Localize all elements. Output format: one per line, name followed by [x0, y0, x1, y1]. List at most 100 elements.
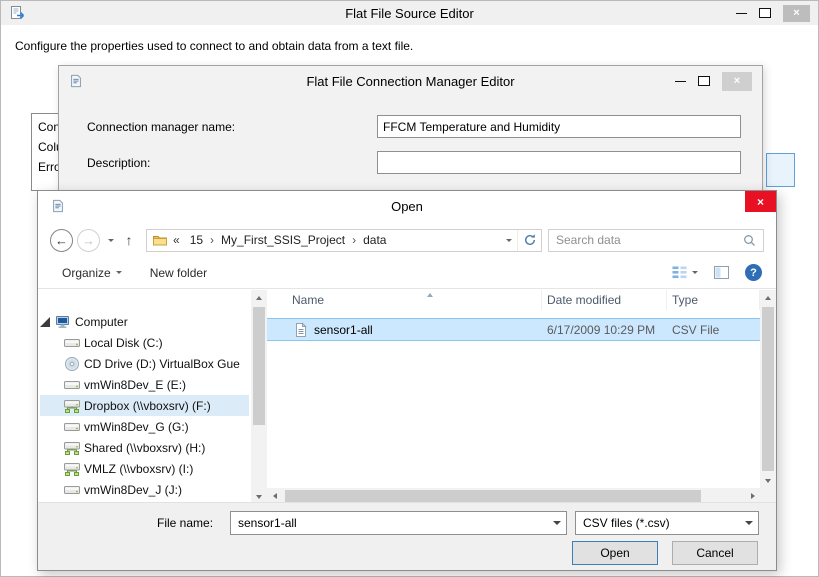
- close-icon[interactable]: ×: [783, 5, 810, 22]
- open-button[interactable]: Open: [572, 541, 658, 565]
- organize-button[interactable]: Organize: [62, 266, 122, 280]
- search-box[interactable]: [548, 229, 764, 252]
- folder-icon: [152, 232, 168, 248]
- disk-icon: [64, 419, 80, 435]
- description-input[interactable]: [377, 151, 741, 174]
- scrollbar-track[interactable]: [760, 305, 776, 473]
- cd-icon: [64, 356, 80, 372]
- folder-tree: Computer Local Disk (C:) CD Drive (D:) Vir…: [38, 290, 251, 504]
- open-dialog-title: Open: [38, 199, 776, 214]
- tree-scrollbar[interactable]: [251, 290, 267, 504]
- tree-item-cd-drive-d-virtualbox-gue[interactable]: CD Drive (D:) VirtualBox Gue: [40, 353, 249, 374]
- back-button[interactable]: ←: [50, 229, 73, 252]
- combo-dropdown-button[interactable]: [548, 512, 566, 534]
- minimize-icon[interactable]: [675, 81, 686, 82]
- list-vertical-scrollbar[interactable]: [760, 290, 776, 488]
- tree-item-vmlz-vboxsrv-i[interactable]: VMLZ (\\vboxsrv) (I:): [40, 458, 249, 479]
- tree-item-label: vmWin8Dev_J (J:): [84, 483, 182, 497]
- scroll-down-button[interactable]: [760, 473, 776, 488]
- scroll-up-button[interactable]: [251, 290, 267, 305]
- open-dialog: Open × ← → ↑ « 15›My_First_SSIS_Project›…: [37, 190, 777, 571]
- chevron-down-icon: [745, 521, 753, 525]
- address-dropdown-button[interactable]: [501, 239, 517, 242]
- chevron-down-icon: [553, 521, 561, 525]
- scroll-down-icon: [256, 495, 262, 499]
- address-bar[interactable]: « 15›My_First_SSIS_Project›data: [146, 229, 542, 252]
- minimize-icon[interactable]: [736, 13, 747, 14]
- up-icon: ↑: [126, 232, 133, 248]
- breadcrumb-segment-15[interactable]: 15: [185, 233, 208, 247]
- column-header-label: Type: [672, 293, 698, 307]
- main-titlebar: Flat File Source Editor ×: [1, 1, 818, 25]
- breadcrumb-segment-data[interactable]: data: [358, 233, 391, 247]
- chevron-down-icon: [692, 271, 698, 274]
- tree-item-label: Dropbox (\\vboxsrv) (F:): [84, 399, 211, 413]
- column-header-type[interactable]: Type: [667, 290, 760, 310]
- breadcrumb-segment-my-first-ssis-project[interactable]: My_First_SSIS_Project: [216, 233, 350, 247]
- breadcrumb-overflow[interactable]: «: [168, 233, 185, 247]
- up-button[interactable]: ↑: [118, 229, 140, 252]
- sort-ascending-icon: [427, 293, 433, 297]
- breadcrumb-separator: ›: [350, 233, 358, 247]
- tree-item-label: vmWin8Dev_G (G:): [84, 420, 189, 434]
- scrollbar-track[interactable]: [251, 305, 267, 489]
- recent-locations-button[interactable]: [104, 228, 118, 252]
- chevron-down-icon: [108, 239, 114, 242]
- flat-file-connection-manager-editor-window: Flat File Connection Manager Editor × Co…: [58, 65, 763, 205]
- scrollbar-thumb[interactable]: [285, 490, 701, 502]
- tree-item-shared-vboxsrv-h[interactable]: Shared (\\vboxsrv) (H:): [40, 437, 249, 458]
- change-view-button[interactable]: [672, 266, 698, 279]
- open-dialog-content: Computer Local Disk (C:) CD Drive (D:) Vir…: [38, 290, 776, 504]
- close-icon[interactable]: ×: [745, 191, 776, 212]
- file-list: NameDate modified Type sensor1-all6/17/20…: [267, 290, 776, 504]
- refresh-button[interactable]: [517, 230, 541, 251]
- tree-item-local-disk-c[interactable]: Local Disk (C:): [40, 332, 249, 353]
- scroll-left-icon: [273, 493, 277, 499]
- column-header-date-modified[interactable]: Date modified: [542, 290, 667, 310]
- tree-item-label: Shared (\\vboxsrv) (H:): [84, 441, 205, 455]
- scrollbar-thumb[interactable]: [253, 307, 265, 425]
- ffcm-window-title: Flat File Connection Manager Editor: [59, 74, 762, 89]
- computer-icon: [55, 314, 71, 330]
- tree-item-dropbox-vboxsrv-f[interactable]: Dropbox (\\vboxsrv) (F:): [40, 395, 249, 416]
- column-header-name[interactable]: Name: [267, 290, 542, 310]
- breadcrumb-separator: ›: [208, 233, 216, 247]
- tree-item-vmwin8dev-j-j[interactable]: vmWin8Dev_J (J:): [40, 479, 249, 500]
- breadcrumb-segments: 15›My_First_SSIS_Project›data: [185, 233, 392, 247]
- tree-item-computer[interactable]: Computer: [40, 311, 249, 332]
- disk-icon: [64, 335, 80, 351]
- file-row-sensor1-all[interactable]: sensor1-all6/17/2009 10:29 PMCSV File: [267, 318, 760, 341]
- tree-item-label: Local Disk (C:): [84, 336, 163, 350]
- search-input[interactable]: [549, 230, 763, 251]
- command-toolbar: Organize New folder ?: [62, 261, 762, 284]
- disk-icon: [64, 482, 80, 498]
- forward-button[interactable]: →: [77, 229, 100, 252]
- chevron-down-icon: [506, 239, 512, 242]
- tree-item-label: Computer: [75, 315, 128, 329]
- cancel-button[interactable]: Cancel: [672, 541, 758, 565]
- file-list-header: NameDate modified Type: [267, 290, 760, 310]
- tree-item-vmwin8dev-e-e[interactable]: vmWin8Dev_E (E:): [40, 374, 249, 395]
- scrollbar-thumb[interactable]: [762, 307, 774, 471]
- file-name-combobox[interactable]: sensor1-all: [230, 511, 567, 535]
- tree-item-vmwin8dev-g-g[interactable]: vmWin8Dev_G (G:): [40, 416, 249, 437]
- maximize-icon[interactable]: [759, 8, 771, 18]
- maximize-icon[interactable]: [698, 76, 710, 86]
- search-icon: [743, 234, 757, 248]
- tree-expander-icon[interactable]: [40, 317, 50, 327]
- file-type-combobox[interactable]: CSV files (*.csv): [575, 511, 759, 535]
- tree-item-label: VMLZ (\\vboxsrv) (I:): [84, 462, 193, 476]
- toolbar-separator: [38, 288, 776, 289]
- close-icon[interactable]: ×: [722, 72, 752, 91]
- file-name-value: sensor1-all: [231, 516, 548, 530]
- scroll-down-icon: [765, 479, 771, 483]
- ffcm-titlebar: Flat File Connection Manager Editor ×: [59, 66, 762, 96]
- preview-pane-button[interactable]: [714, 266, 729, 279]
- forward-icon: →: [82, 233, 95, 248]
- new-folder-button[interactable]: New folder: [150, 266, 207, 280]
- connection-manager-name-input[interactable]: [377, 115, 741, 138]
- scroll-up-button[interactable]: [760, 290, 776, 305]
- file-name-label: File name:: [157, 516, 213, 530]
- help-button[interactable]: ?: [745, 264, 762, 281]
- combo-dropdown-button[interactable]: [740, 512, 758, 534]
